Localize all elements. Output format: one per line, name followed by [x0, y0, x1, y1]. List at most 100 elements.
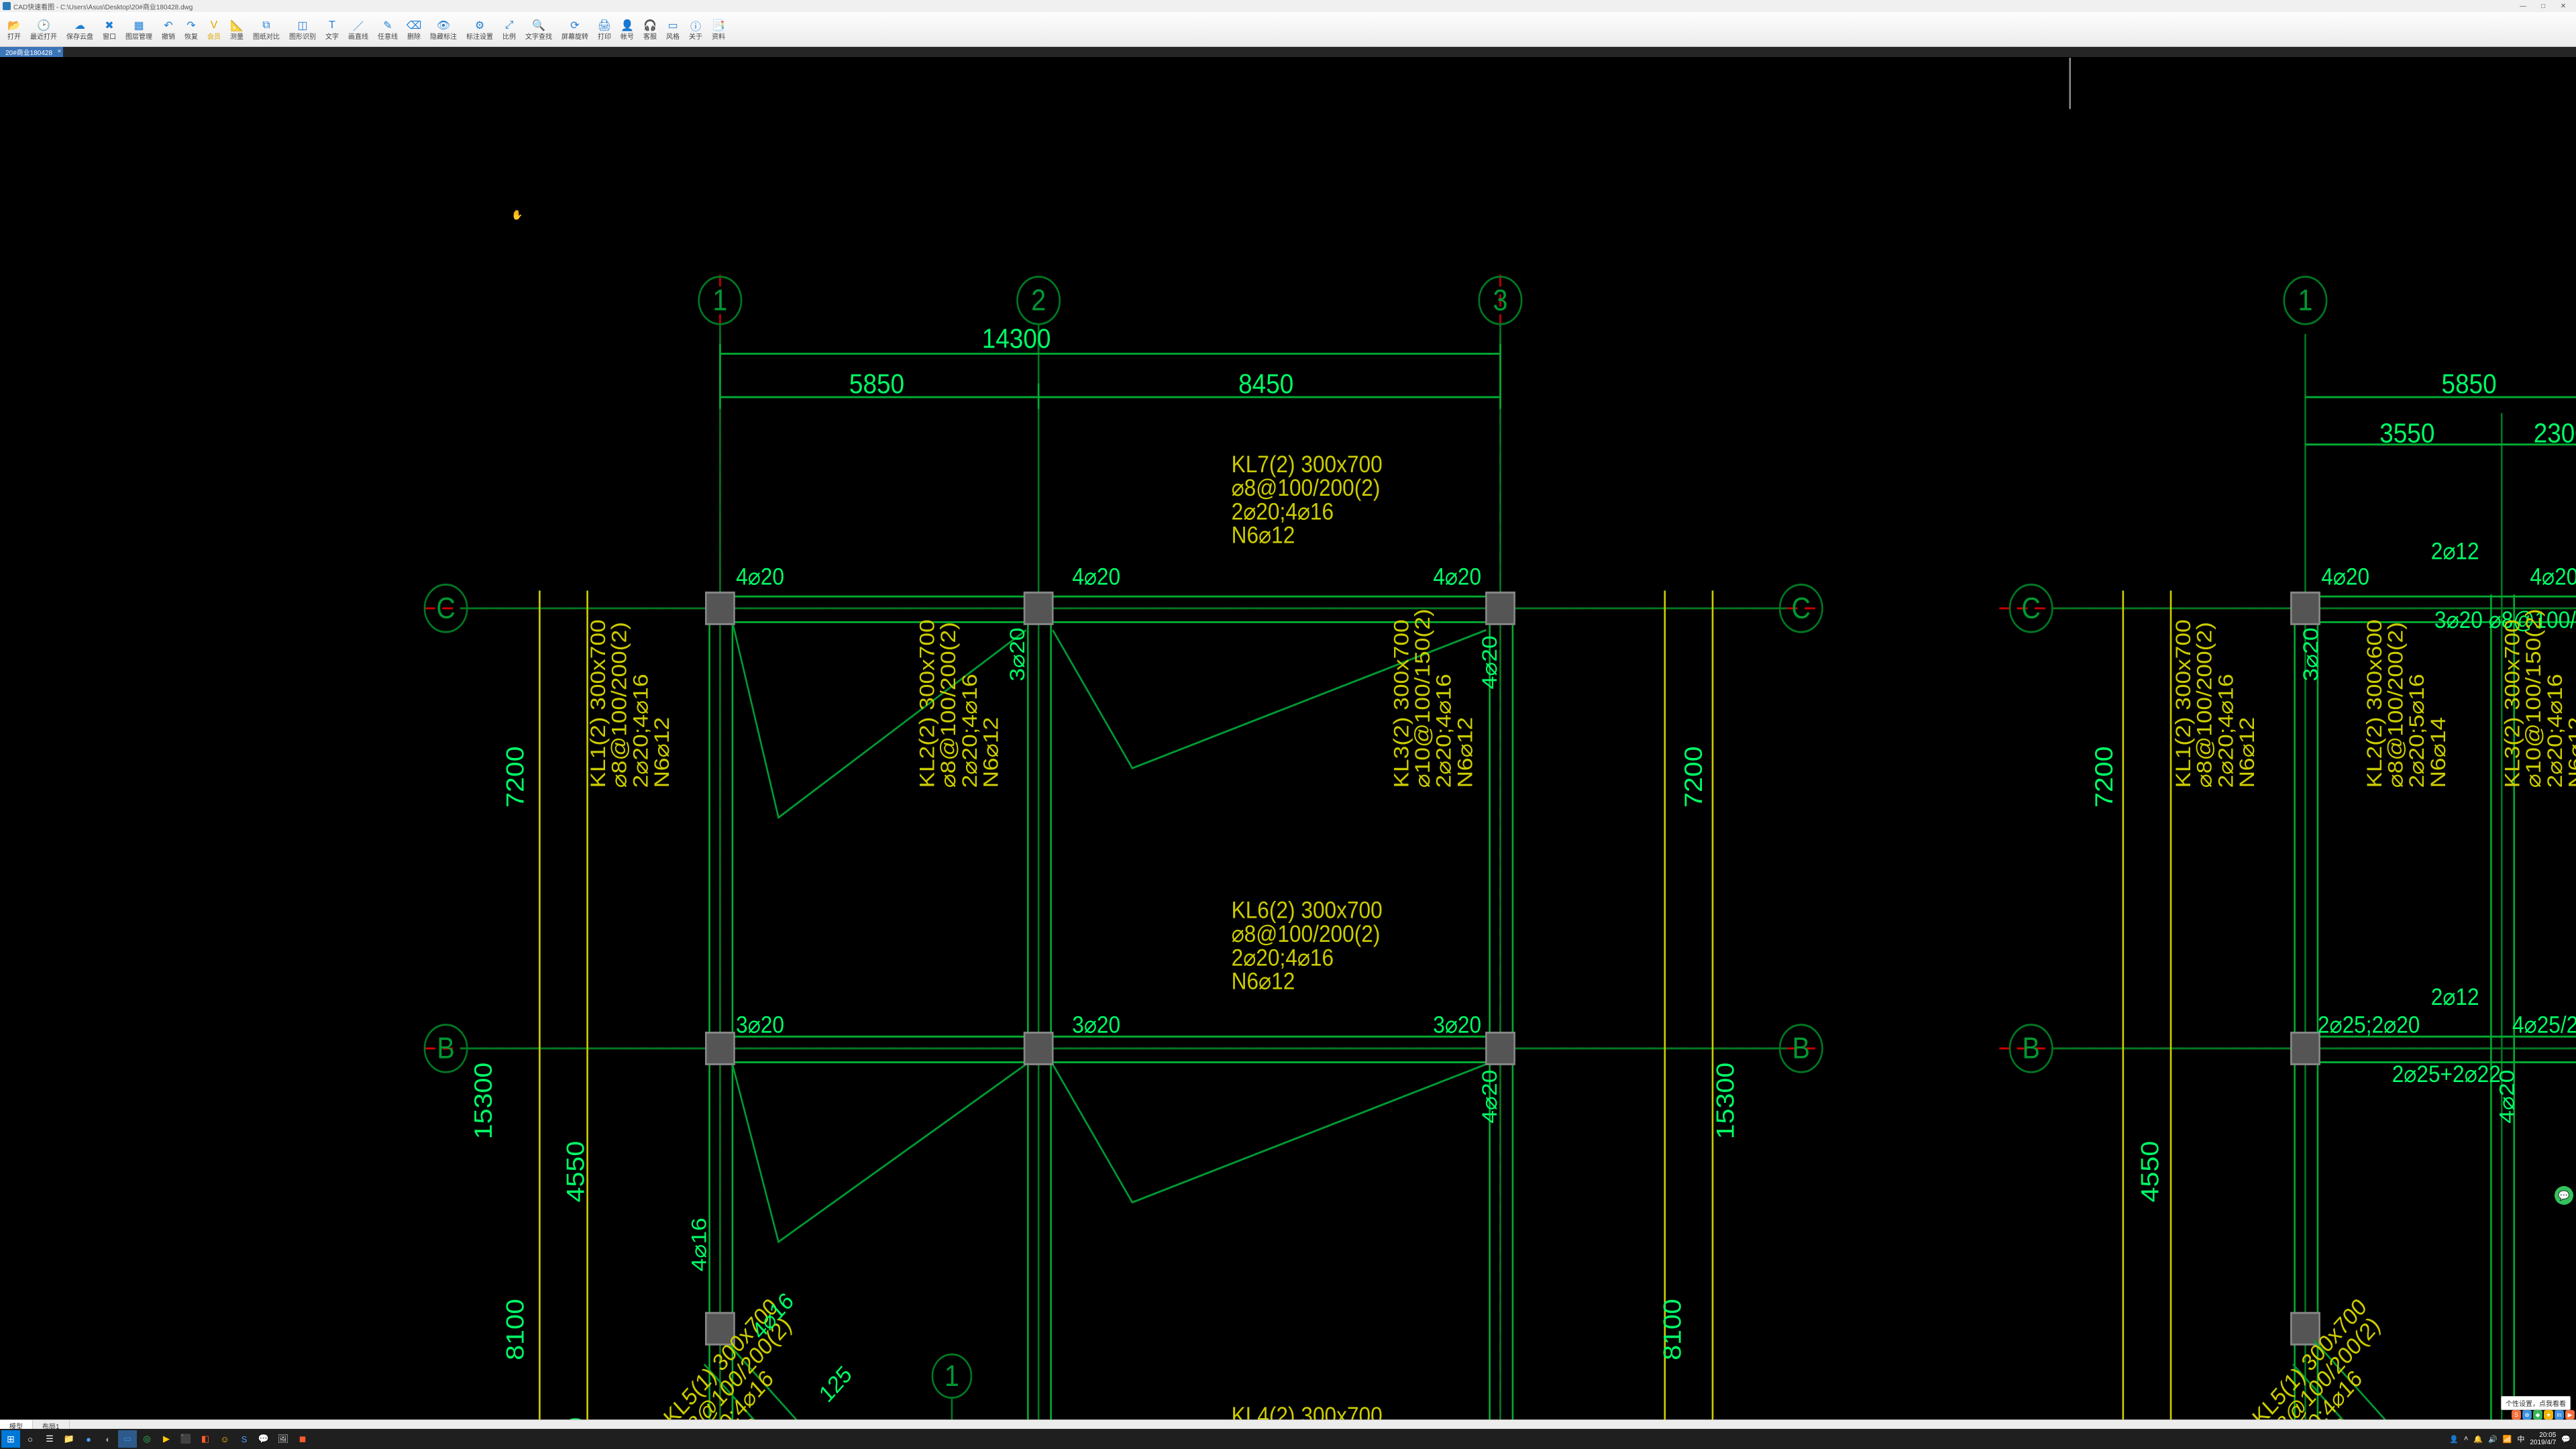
toolbar-layer[interactable]: ▦图层管理: [121, 13, 157, 46]
svg-text:B: B: [1792, 1031, 1810, 1064]
svg-text:KL7(2) 300x700: KL7(2) 300x700: [1232, 451, 1383, 478]
share-icon-4[interactable]: ★: [2544, 1410, 2553, 1419]
erase-icon: ⌫: [407, 19, 421, 32]
start-button[interactable]: ⊞: [1, 1430, 20, 1448]
print-icon: 🖨: [598, 19, 611, 32]
toolbar-style[interactable]: ▭风格: [661, 13, 684, 46]
dim-fv1: 4550: [2137, 1141, 2164, 1203]
tray-clock[interactable]: 20:05 2019/4/7: [2530, 1432, 2556, 1446]
taskbar-explorer[interactable]: 📁: [60, 1430, 78, 1448]
share-icon-2[interactable]: ⊕: [2522, 1410, 2532, 1419]
svg-text:⌀8@100/200(2): ⌀8@100/200(2): [937, 622, 961, 788]
tab-model[interactable]: 模型: [0, 1420, 33, 1430]
svg-text:C: C: [2021, 591, 2041, 624]
svg-text:KL3(2) 300x700: KL3(2) 300x700: [1390, 619, 1413, 788]
taskbar-app-10[interactable]: 💬: [254, 1430, 273, 1448]
svg-text:C: C: [1792, 591, 1811, 624]
taskbar-app-3[interactable]: ▭: [118, 1430, 137, 1448]
toolbar-pen[interactable]: ✎任意线: [373, 13, 402, 46]
bar-fv2: 4⌀20: [2496, 1070, 2519, 1124]
toolbar-recent[interactable]: 🕑最近打开: [25, 13, 62, 46]
toolbar-vip[interactable]: V会员: [203, 13, 225, 46]
taskbar-taskview[interactable]: ☰: [40, 1430, 59, 1448]
toolbar-shape-id[interactable]: ◫图形识别: [284, 13, 321, 46]
tray-vol-icon[interactable]: 🔊: [2488, 1435, 2498, 1444]
taskbar-app-9[interactable]: S: [235, 1430, 254, 1448]
svg-text:N6⌀12: N6⌀12: [2565, 717, 2576, 788]
taskbar-app-2[interactable]: ◐: [99, 1430, 117, 1448]
toolbar-account[interactable]: 👤帐号: [616, 13, 639, 46]
toolbar-hide-anno[interactable]: 👁隐藏标注: [425, 13, 462, 46]
file-tab[interactable]: 20#商业180428 ×: [0, 47, 63, 57]
dim-lv-0: 7200: [502, 746, 530, 808]
taskbar-search[interactable]: ○: [21, 1430, 40, 1448]
bar-ft1: 4⌀20: [2321, 564, 2369, 590]
toolbar-text[interactable]: T文字: [321, 13, 343, 46]
tray-action-center-icon[interactable]: 💬: [2561, 1435, 2571, 1444]
taskbar-app-8[interactable]: ☺: [215, 1430, 234, 1448]
toolbar-open[interactable]: 📂打开: [3, 13, 25, 46]
rotate-label: 屏幕旋转: [561, 34, 588, 42]
toolbar-erase[interactable]: ⌫删除: [402, 13, 425, 46]
dim-fv0: 7200: [2091, 746, 2118, 808]
minimize-button[interactable]: —: [2513, 3, 2533, 10]
toolbar-measure[interactable]: 📐测量: [225, 13, 248, 46]
settings-popup[interactable]: 个性设置，点我看看: [2501, 1396, 2571, 1410]
tray-up-icon[interactable]: ˄: [2464, 1435, 2468, 1443]
svg-text:KL1(2) 300x700: KL1(2) 300x700: [587, 619, 610, 788]
svg-text:2⌀20;4⌀16: 2⌀20;4⌀16: [1432, 674, 1456, 788]
open-icon: 📂: [7, 19, 21, 32]
toolbar-anno-set[interactable]: ⚙标注设置: [462, 13, 498, 46]
share-icon-5[interactable]: in: [2555, 1410, 2564, 1419]
scale-label: 比例: [502, 34, 516, 42]
toolbar-save-cloud[interactable]: ☁保存云盘: [62, 13, 98, 46]
close-button[interactable]: ✕: [2553, 3, 2573, 10]
tray-people-icon[interactable]: 👤: [2449, 1435, 2459, 1444]
svg-text:KL3(2) 300x700: KL3(2) 300x700: [2501, 619, 2524, 788]
undo-icon: ↶: [162, 19, 175, 32]
drawing-canvas[interactable]: 1231 CBA CBA 14300 5850 8450 7200 15300 …: [0, 58, 2576, 1419]
file-tab-close-icon[interactable]: ×: [58, 48, 61, 54]
windows-taskbar: ⊞ ○ ☰ 📁 ● ◐ ▭ ◎ ▶ ⬛ ◧ ☺ S 💬 🖼 ◼ 👤 ˄ 🔔 🔊 …: [0, 1429, 2576, 1449]
toolbar-undo[interactable]: ↶ 撤销: [157, 13, 180, 46]
compare-icon: ⧉: [260, 19, 273, 32]
share-icon-1[interactable]: S: [2512, 1410, 2521, 1419]
maximize-button[interactable]: □: [2533, 3, 2553, 10]
taskbar-app-4[interactable]: ◎: [138, 1430, 156, 1448]
taskbar-app-5[interactable]: ▶: [157, 1430, 176, 1448]
style-icon: ▭: [666, 19, 680, 32]
dim-lv-1: 15300: [470, 1063, 498, 1140]
redo-icon: ↷: [184, 19, 198, 32]
tab-layout1[interactable]: 布局1: [33, 1420, 70, 1430]
rotate-icon: ⟳: [568, 19, 582, 32]
tray-wifi-icon[interactable]: 📶: [2503, 1435, 2512, 1444]
save-cloud-label: 保存云盘: [66, 34, 93, 42]
undo-label: 撤销: [162, 34, 175, 42]
svg-text:N6⌀12: N6⌀12: [1232, 523, 1295, 549]
tray-net-icon[interactable]: 🔔: [2473, 1435, 2483, 1444]
chat-button[interactable]: 💬: [2555, 1186, 2573, 1205]
taskbar-app-1[interactable]: ●: [79, 1430, 98, 1448]
toolbar-rotate[interactable]: ⟳ 屏幕旋转: [557, 13, 593, 46]
svg-text:2⌀20;4⌀16: 2⌀20;4⌀16: [2544, 674, 2567, 788]
clock-time: 20:05: [2530, 1432, 2556, 1439]
toolbar-print[interactable]: 🖨打印: [593, 13, 616, 46]
small-bubble: 1: [945, 1359, 959, 1392]
toolbar-redo[interactable]: ↷恢复: [180, 13, 203, 46]
toolbar-find-text[interactable]: 🔍文字查找: [521, 13, 557, 46]
toolbar-compare[interactable]: ⧉图纸对比: [248, 13, 284, 46]
toolbar-scale[interactable]: ⤢比例: [498, 13, 521, 46]
toolbar-about[interactable]: ⓘ关于: [684, 13, 707, 46]
taskbar-app-6[interactable]: ⬛: [176, 1430, 195, 1448]
tray-lang-icon[interactable]: 中: [2517, 1434, 2524, 1444]
share-icon-3[interactable]: ◆: [2533, 1410, 2542, 1419]
taskbar-app-7[interactable]: ◧: [196, 1430, 215, 1448]
toolbar-close-file[interactable]: ✖窗口: [98, 13, 121, 46]
toolbar-line[interactable]: ／画直线: [343, 13, 373, 46]
toolbar-data[interactable]: 📑资料: [707, 13, 730, 46]
toolbar-support[interactable]: 🎧客服: [639, 13, 661, 46]
share-icon-6[interactable]: ▶: [2565, 1410, 2575, 1419]
hide-anno-label: 隐藏标注: [430, 34, 457, 42]
taskbar-app-12[interactable]: ◼: [293, 1430, 312, 1448]
taskbar-app-11[interactable]: 🖼: [274, 1430, 292, 1448]
